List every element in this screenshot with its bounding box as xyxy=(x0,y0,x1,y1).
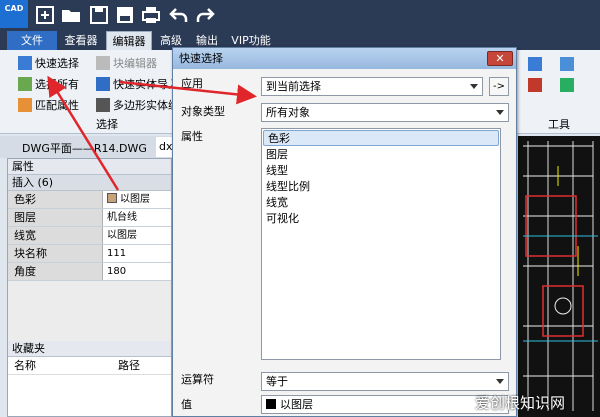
watermark: 爱创根知识网 xyxy=(475,394,566,412)
annotation-arrows xyxy=(47,75,257,191)
arrow-to-apply xyxy=(119,80,257,105)
arrow-to-quick-select xyxy=(47,75,120,191)
